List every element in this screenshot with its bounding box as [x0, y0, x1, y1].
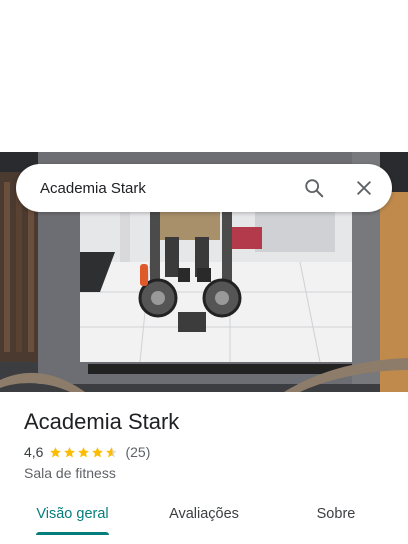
- place-title: Academia Stark: [24, 409, 180, 434]
- rating-row[interactable]: 4,6 (25): [24, 442, 392, 462]
- star-icon: [106, 446, 118, 457]
- star-icon: [64, 446, 76, 457]
- tab-overview[interactable]: Visão geral: [36, 492, 109, 536]
- place-category[interactable]: Sala de fitness: [24, 465, 392, 481]
- search-bar[interactable]: Academia Stark: [16, 164, 392, 212]
- star-icon: [50, 446, 62, 457]
- tab-about[interactable]: Sobre: [312, 492, 360, 536]
- active-tab-indicator: [36, 532, 109, 535]
- close-icon[interactable]: [352, 176, 376, 200]
- place-info: Academia Stark 4,6 (25) Sala de fitness: [24, 407, 392, 481]
- star-icon: [78, 446, 90, 457]
- search-icon[interactable]: [302, 176, 326, 200]
- rating-value: 4,6: [24, 444, 44, 460]
- rating-count[interactable]: (25): [125, 444, 150, 460]
- star-icon: [92, 446, 104, 457]
- rating-stars: [49, 446, 119, 459]
- place-tabs: Visão geral Avaliações Sobre: [0, 492, 408, 544]
- tab-reviews[interactable]: Avaliações: [164, 492, 244, 536]
- search-input[interactable]: Academia Stark: [40, 180, 302, 197]
